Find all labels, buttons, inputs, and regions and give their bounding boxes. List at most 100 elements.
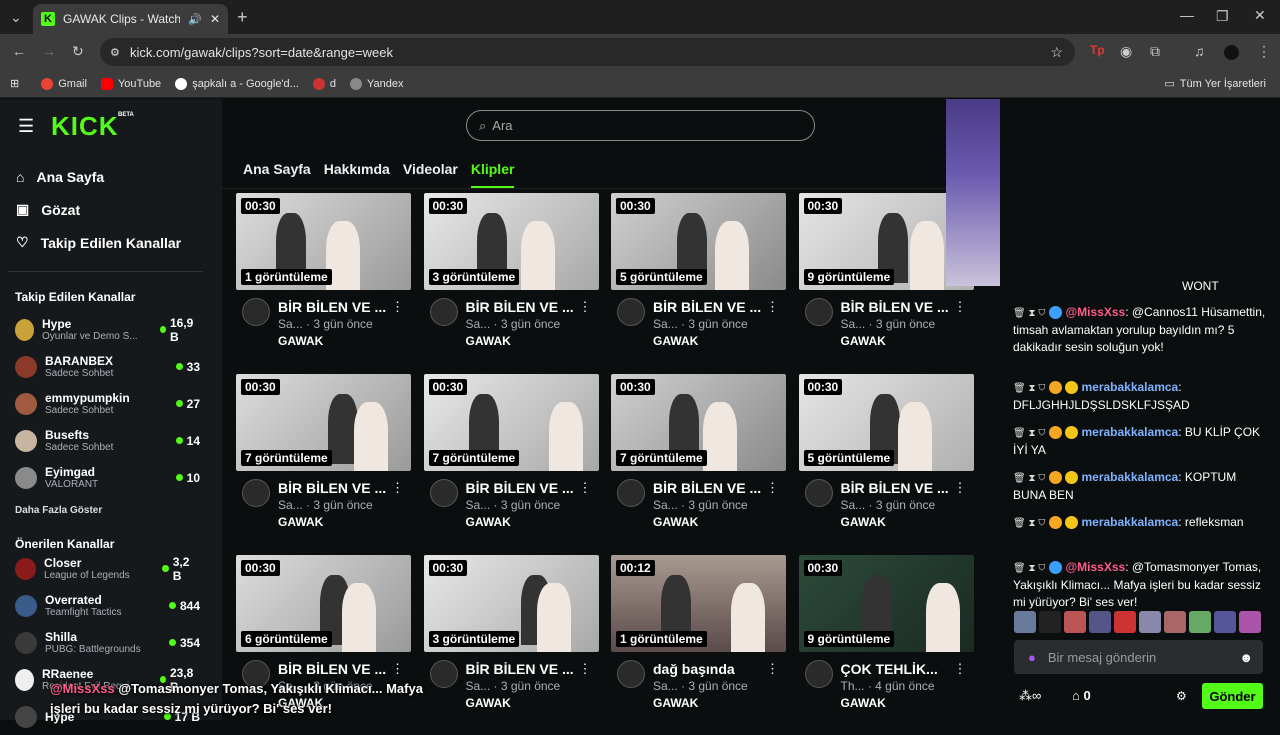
chat-username[interactable]: merabakkalamca — [1081, 425, 1178, 439]
mic-icon[interactable]: ● — [1028, 650, 1036, 665]
window-close-icon[interactable]: ✕ — [1254, 7, 1266, 24]
clip-card[interactable]: 00:30 7 görüntüleme BİR BİLEN VE ... ⋮ Sa...… — [236, 374, 411, 537]
channel-item[interactable]: Closer League of Legends 3,2 B — [0, 550, 215, 587]
clip-channel[interactable]: GAWAK — [466, 696, 511, 710]
clip-card[interactable]: 00:30 5 görüntüleme BİR BİLEN VE ... ⋮ Sa...… — [611, 193, 786, 356]
chat-username[interactable]: @MissXss — [1065, 305, 1125, 319]
url-field[interactable]: ⚙ kick.com/gawak/clips?sort=date&range=w… — [100, 38, 1075, 66]
search-input[interactable]: ⌕ Ara — [466, 110, 815, 141]
creator-avatar[interactable] — [242, 479, 270, 507]
creator-avatar[interactable] — [804, 298, 833, 326]
tab-videos[interactable]: Videolar — [403, 161, 458, 188]
channel-item[interactable]: Hype Oyunlar ve Demo S... 16,9 B — [0, 311, 215, 348]
clip-channel[interactable]: GAWAK — [653, 334, 698, 348]
channel-item[interactable]: Shilla PUBG: Battlegrounds 354 — [0, 624, 215, 661]
extension-cat-icon[interactable]: ◉ — [1120, 43, 1132, 60]
clip-channel[interactable]: GAWAK — [653, 515, 698, 529]
clip-channel[interactable]: GAWAK — [841, 334, 886, 348]
emote-icon[interactable] — [1139, 611, 1161, 633]
clip-title[interactable]: BİR BİLEN VE ... — [653, 480, 761, 496]
clip-title[interactable]: dağ başında — [653, 661, 735, 677]
new-tab-icon[interactable]: + — [237, 7, 248, 28]
browser-tab[interactable]: K GAWAK Clips - Watch Live o 🔊 ✕ — [33, 4, 228, 34]
creator-avatar[interactable] — [617, 660, 645, 688]
bookmark-youtube[interactable]: YouTube — [100, 77, 161, 90]
show-more-link[interactable]: Daha Fazla Göster — [15, 505, 102, 516]
bookmark-star-icon[interactable]: ☆ — [1050, 44, 1063, 61]
creator-avatar[interactable] — [804, 479, 833, 507]
clip-card[interactable]: 00:30 3 görüntüleme BİR BİLEN VE ... ⋮ Sa...… — [423, 555, 599, 718]
clip-channel[interactable]: GAWAK — [466, 334, 511, 348]
hamburger-menu-icon[interactable]: ☰ — [18, 116, 34, 137]
more-options-icon[interactable]: ⋮ — [579, 661, 592, 677]
media-control-icon[interactable]: ♫ — [1194, 43, 1205, 59]
channel-item[interactable]: BARANBEX Sadece Sohbet 33 — [0, 348, 215, 385]
nav-browse[interactable]: ▣ Gözat — [0, 193, 222, 226]
creator-avatar[interactable] — [242, 298, 270, 326]
bookmark-gmail[interactable]: Gmail — [41, 77, 87, 90]
mod-tools-icon[interactable]: 🗑 ⧗ ⛉ — [1013, 380, 1045, 397]
clip-title[interactable]: BİR BİLEN VE ... — [278, 299, 386, 315]
mod-tools-icon[interactable]: 🗑 ⧗ ⛉ — [1013, 305, 1045, 322]
clip-thumbnail[interactable]: 00:12 1 görüntüleme — [611, 555, 786, 652]
creator-avatar[interactable] — [617, 479, 645, 507]
mod-tools-icon[interactable]: 🗑 ⧗ ⛉ — [1013, 560, 1045, 577]
channel-item[interactable]: Eyimgad VALORANT 10 — [0, 459, 215, 496]
restore-icon[interactable]: ❐ — [1216, 8, 1229, 25]
infinity-icon[interactable]: ⁂∞ — [1019, 688, 1041, 704]
clip-title[interactable]: BİR BİLEN VE ... — [466, 299, 574, 315]
clip-title[interactable]: ÇOK TEHLİK... — [841, 661, 938, 677]
emote-icon[interactable] — [1189, 611, 1211, 633]
clip-thumbnail[interactable]: 00:30 7 görüntüleme — [423, 374, 599, 471]
more-options-icon[interactable]: ⋮ — [954, 480, 967, 496]
clip-card[interactable]: 00:30 7 görüntüleme BİR BİLEN VE ... ⋮ Sa...… — [611, 374, 786, 537]
clip-channel[interactable]: GAWAK — [278, 334, 323, 348]
chat-username[interactable]: merabakkalamca — [1081, 470, 1178, 484]
bookmark-yandex[interactable]: Yandex — [349, 77, 403, 90]
creator-avatar[interactable] — [804, 660, 833, 688]
clip-thumbnail[interactable]: 00:30 3 görüntüleme — [423, 193, 599, 290]
forward-icon[interactable]: → — [42, 43, 56, 59]
send-button[interactable]: Gönder — [1202, 683, 1263, 709]
more-options-icon[interactable]: ⋮ — [391, 661, 404, 677]
clip-channel[interactable]: GAWAK — [841, 515, 886, 529]
clip-card[interactable]: 00:30 5 görüntüleme BİR BİLEN VE ... ⋮ Sa...… — [798, 374, 974, 537]
clip-channel[interactable]: GAWAK — [278, 515, 323, 529]
clip-card[interactable]: 00:30 9 görüntüleme ÇOK TEHLİK... ⋮ Th... · … — [798, 555, 974, 718]
mod-tools-icon[interactable]: 🗑 ⧗ ⛉ — [1013, 470, 1045, 487]
tab-close-icon[interactable]: ✕ — [210, 12, 220, 26]
more-options-icon[interactable]: ⋮ — [391, 480, 404, 496]
emote-icon[interactable] — [1214, 611, 1236, 633]
clip-thumbnail[interactable]: 00:30 9 görüntüleme — [798, 555, 974, 652]
reload-icon[interactable]: ↻ — [72, 43, 84, 60]
clip-channel[interactable]: GAWAK — [653, 696, 698, 710]
bookmark-d[interactable]: d — [312, 77, 336, 90]
tab-clips[interactable]: Klipler — [470, 161, 515, 188]
channel-item[interactable]: Busefts Sadece Sohbet 14 — [0, 422, 215, 459]
emote-icon[interactable] — [1114, 611, 1136, 633]
kick-logo[interactable]: KICK — [51, 111, 119, 142]
clip-thumbnail[interactable]: 00:30 3 görüntüleme — [423, 555, 599, 652]
clip-card[interactable]: 00:30 7 görüntüleme BİR BİLEN VE ... ⋮ Sa...… — [423, 374, 599, 537]
extension-icon[interactable]: Tp — [1090, 43, 1105, 57]
creator-avatar[interactable] — [617, 298, 645, 326]
mod-tools-icon[interactable]: 🗑 ⧗ ⛉ — [1013, 515, 1045, 532]
more-options-icon[interactable]: ⋮ — [579, 480, 592, 496]
creator-avatar[interactable] — [429, 298, 458, 326]
minimize-icon[interactable]: — — [1180, 7, 1194, 23]
more-options-icon[interactable]: ⋮ — [766, 299, 779, 315]
chat-username[interactable]: merabakkalamca — [1081, 380, 1178, 394]
clip-title[interactable]: BİR BİLEN VE ... — [841, 480, 949, 496]
creator-avatar[interactable] — [429, 479, 458, 507]
points-display[interactable]: ⌂ 0 — [1072, 688, 1091, 703]
clip-thumbnail[interactable]: 00:30 7 görüntüleme — [611, 374, 786, 471]
site-info-icon[interactable]: ⚙ — [110, 46, 120, 59]
emote-icon[interactable] — [1039, 611, 1061, 633]
chat-username[interactable]: @MissXss — [1065, 560, 1125, 574]
speaker-icon[interactable]: 🔊 — [188, 13, 202, 26]
emoji-icon[interactable]: ☻ — [1239, 650, 1253, 665]
more-options-icon[interactable]: ⋮ — [766, 661, 779, 677]
chat-username[interactable]: merabakkalamca — [1081, 515, 1178, 529]
chat-input[interactable]: ● Bir mesaj gönderin ☻ — [1014, 640, 1263, 674]
clip-thumbnail[interactable]: 00:30 1 görüntüleme — [236, 193, 411, 290]
